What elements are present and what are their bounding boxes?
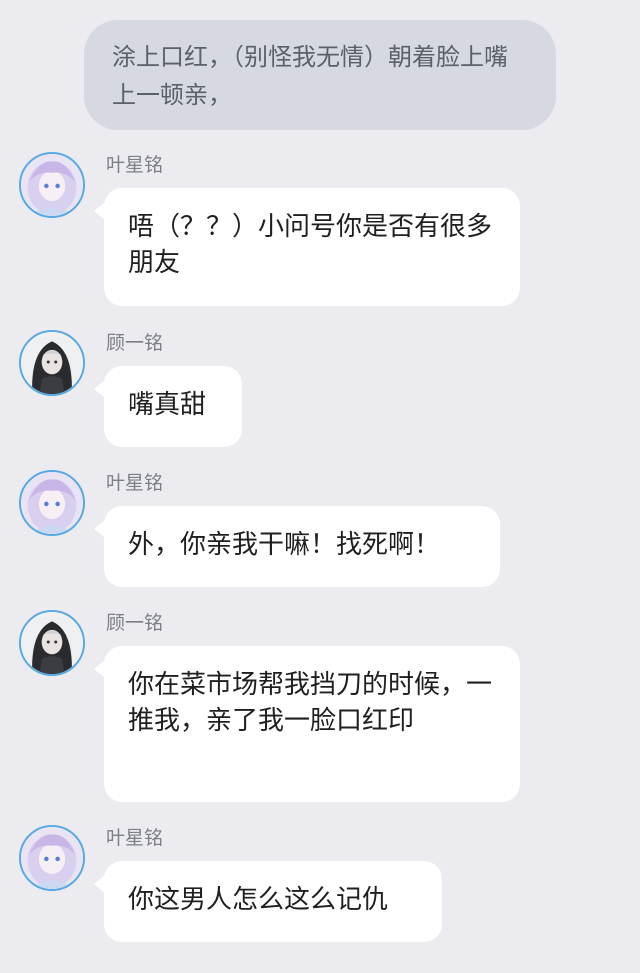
message-bubble: 唔（？？）小问号你是否有很多朋友 — [94, 188, 520, 306]
message-bubble: 外，你亲我干嘛！找死啊！ — [94, 506, 500, 587]
message-text: 你在菜市场帮我挡刀的时候，一推我，亲了我一脸口红印 — [128, 670, 493, 736]
sender-name: 叶星铭 — [106, 154, 164, 176]
boy-hooded-avatar-icon — [21, 332, 83, 394]
girl-avatar-icon — [21, 472, 83, 534]
boy-hooded-avatar-icon — [21, 612, 83, 674]
sender-name: 顾一铭 — [106, 332, 164, 354]
avatar-ye-xingming[interactable] — [19, 470, 85, 536]
sender-name: 顾一铭 — [106, 612, 164, 634]
sender-name: 叶星铭 — [106, 827, 164, 849]
narration-text: 涂上口红，（别怪我无情）朝着脸上嘴上一顿亲， — [112, 43, 508, 109]
avatar-gu-yiming[interactable] — [19, 610, 85, 676]
message-bubble: 你在菜市场帮我挡刀的时候，一推我，亲了我一脸口红印 — [94, 646, 520, 802]
girl-avatar-icon — [21, 827, 83, 889]
avatar-gu-yiming[interactable] — [19, 330, 85, 396]
sender-name: 叶星铭 — [106, 472, 164, 494]
message-bubble: 嘴真甜 — [94, 366, 242, 447]
message-text: 唔（？？）小问号你是否有很多朋友 — [128, 212, 493, 278]
girl-avatar-icon — [21, 154, 83, 216]
narration-bubble: 涂上口红，（别怪我无情）朝着脸上嘴上一顿亲， — [84, 20, 556, 130]
message-text: 外，你亲我干嘛！找死啊！ — [128, 530, 441, 560]
avatar-ye-xingming[interactable] — [19, 825, 85, 891]
message-text: 你这男人怎么这么记仇 — [128, 885, 389, 915]
message-bubble: 你这男人怎么这么记仇 — [94, 861, 442, 942]
message-text: 嘴真甜 — [128, 390, 207, 420]
avatar-ye-xingming[interactable] — [19, 152, 85, 218]
